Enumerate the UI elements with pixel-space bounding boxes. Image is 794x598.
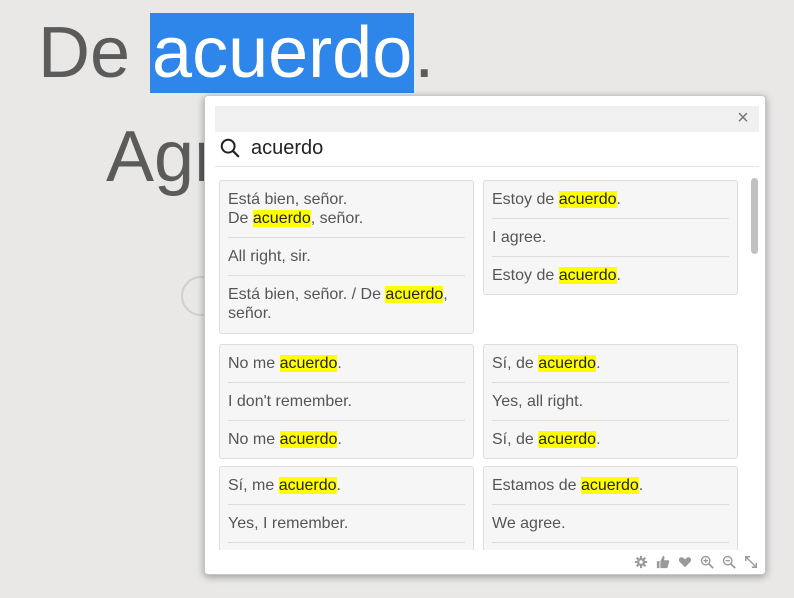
- result-line: Sí, me acuerdo.: [228, 543, 465, 550]
- highlighted-term: acuerdo: [558, 267, 617, 284]
- line-text: No me: [228, 431, 280, 448]
- scrollbar-thumb[interactable]: [751, 178, 758, 254]
- highlighted-term: acuerdo: [580, 477, 639, 494]
- thumbs-up-icon[interactable]: [655, 554, 671, 570]
- result-line: I don't remember.: [228, 383, 465, 421]
- result-line: Sí, me acuerdo.: [228, 467, 465, 505]
- result-card[interactable]: Estoy de acuerdo. I agree. Estoy de acuerd…: [483, 180, 738, 295]
- line-text: Yes, all right.: [492, 393, 584, 410]
- zoom-out-icon[interactable]: [721, 554, 737, 570]
- line-text: Sí, de: [492, 431, 539, 448]
- result-card[interactable]: Está bien, señor. De acuerdo, señor. All r…: [219, 180, 474, 334]
- line-text: Está bien, señor. / De: [228, 286, 386, 303]
- result-line: Yes, I remember.: [228, 505, 465, 543]
- gear-icon[interactable]: [633, 554, 649, 570]
- result-line: Está bien, señor. / De acuerdo, señor.: [228, 276, 465, 332]
- search-input[interactable]: [251, 135, 731, 161]
- heading-prefix: De: [38, 13, 151, 93]
- scrollbar[interactable]: [748, 176, 760, 552]
- line-text: We agree.: [492, 515, 566, 532]
- line-text: .: [336, 477, 341, 494]
- line-text: .: [616, 191, 621, 208]
- result-line: Está bien, señor. De acuerdo, señor.: [228, 181, 465, 238]
- background-heading: De acuerdo.: [38, 8, 434, 98]
- result-line: We agree.: [492, 505, 729, 543]
- line-text: ,: [443, 286, 448, 303]
- highlighted-term: acuerdo: [538, 355, 597, 372]
- background-subheading: Agr: [106, 117, 219, 197]
- result-card[interactable]: Estamos de acuerdo. We agree. Estamos de a…: [483, 466, 738, 550]
- selected-word[interactable]: acuerdo: [150, 13, 415, 93]
- result-line: Sí, de acuerdo.: [492, 345, 729, 383]
- result-line: No me acuerdo.: [228, 421, 465, 458]
- highlighted-term: acuerdo: [279, 355, 338, 372]
- line-text: .: [596, 355, 601, 372]
- close-icon[interactable]: ×: [733, 108, 753, 128]
- line-text: Yes, I remember.: [228, 515, 349, 532]
- expand-icon[interactable]: [743, 554, 759, 570]
- highlighted-term: acuerdo: [558, 191, 617, 208]
- result-line: Sí, de acuerdo.: [492, 421, 729, 458]
- line-text: All right, sir.: [228, 248, 311, 265]
- heading-suffix: .: [414, 13, 435, 93]
- line-text: , señor.: [310, 210, 364, 227]
- line-text: Sí, de: [492, 355, 539, 372]
- line-text: .: [337, 431, 342, 448]
- highlighted-term: acuerdo: [538, 431, 597, 448]
- result-card[interactable]: No me acuerdo. I don't remember. No me acu…: [219, 344, 474, 459]
- result-card[interactable]: Sí, me acuerdo. Yes, I remember. Sí, me ac…: [219, 466, 474, 550]
- line-text: Estoy de: [492, 267, 559, 284]
- line-text: Está bien, señor.: [228, 191, 348, 208]
- line-text: I agree.: [492, 229, 547, 246]
- result-card[interactable]: Sí, de acuerdo. Yes, all right. Sí, de acu…: [483, 344, 738, 459]
- line-text: .: [337, 355, 342, 372]
- result-line: No me acuerdo.: [228, 345, 465, 383]
- line-text: .: [596, 431, 601, 448]
- result-line: Estoy de acuerdo.: [492, 181, 729, 219]
- popup-title-bar: ×: [215, 106, 759, 132]
- result-line: Estamos de acuerdo.: [492, 467, 729, 505]
- highlighted-term: acuerdo: [278, 477, 337, 494]
- line-text: Estamos de: [492, 477, 581, 494]
- result-line: All right, sir.: [228, 238, 465, 276]
- highlighted-term: acuerdo: [385, 286, 444, 303]
- result-line: Yes, all right.: [492, 383, 729, 421]
- heart-icon[interactable]: [677, 554, 693, 570]
- search-icon[interactable]: [219, 137, 241, 159]
- line-text: Sí, me: [228, 477, 279, 494]
- zoom-in-icon[interactable]: [699, 554, 715, 570]
- result-line: I agree.: [492, 219, 729, 257]
- result-line: Estamos de acuerdo.: [492, 543, 729, 550]
- line-text: I don't remember.: [228, 393, 352, 410]
- line-text: .: [616, 267, 621, 284]
- lookup-popup: × Está bien, señor.De acuerdo, señor.All…: [204, 95, 766, 575]
- line-text: Estoy de: [492, 191, 559, 208]
- highlighted-term: acuerdo: [279, 431, 338, 448]
- line-text: De: [228, 210, 253, 227]
- results-area: Está bien, señor. De acuerdo, señor. All r…: [219, 180, 739, 550]
- line-text: señor.: [228, 305, 272, 322]
- line-text: .: [638, 477, 644, 494]
- line-text: No me: [228, 355, 280, 372]
- highlighted-term: acuerdo: [252, 210, 311, 227]
- popup-toolbar: [633, 554, 759, 570]
- search-bar: [215, 132, 759, 167]
- result-line: Estoy de acuerdo.: [492, 257, 729, 294]
